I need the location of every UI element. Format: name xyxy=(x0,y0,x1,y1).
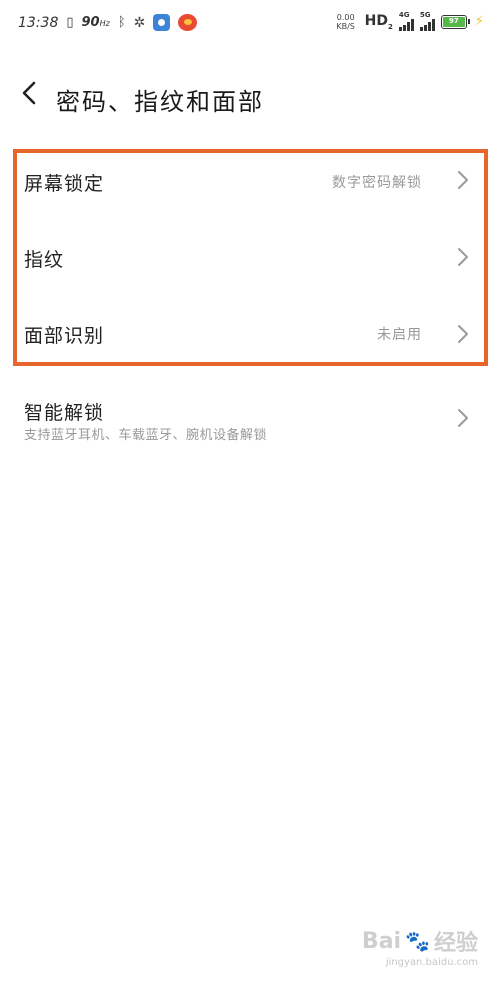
watermark-logo: Bai 🐾 经验 xyxy=(362,925,478,957)
smart-unlock-row[interactable]: 智能解锁 支持蓝牙耳机、车载蓝牙、腕机设备解锁 xyxy=(0,386,500,456)
smart-unlock-description: 支持蓝牙耳机、车载蓝牙、腕机设备解锁 xyxy=(24,428,268,443)
status-time: 13:38 xyxy=(18,14,59,31)
back-button[interactable] xyxy=(18,78,48,118)
refresh-rate-unit: Hz xyxy=(99,19,110,28)
weibo-icon xyxy=(178,14,198,31)
highlight-box xyxy=(13,149,488,366)
sim2-generation: 5G xyxy=(419,11,431,19)
paw-icon: 🐾 xyxy=(405,929,430,953)
hd-sub: 2 xyxy=(387,22,393,31)
refresh-rate-value: 90 xyxy=(81,15,100,30)
watermark-logo-text: Bai xyxy=(361,928,402,954)
baidu-watermark: Bai 🐾 经验 jingyan.baidu.com xyxy=(362,925,478,969)
hd-voice-icon: HD2 xyxy=(365,13,393,31)
bluetooth-icon: ᛒ xyxy=(117,15,126,30)
fan-icon: ✲ xyxy=(133,14,146,31)
hd-label: HD xyxy=(364,12,388,29)
status-bar-right: 0.00 KB/S HD2 4G 5G 97 ⚡ xyxy=(333,12,484,31)
network-speed-value: 0.00 xyxy=(336,12,355,22)
sim1-generation: 4G xyxy=(398,11,410,19)
network-speed: 0.00 KB/S xyxy=(333,13,359,31)
vibrate-icon: ▯ xyxy=(66,15,74,30)
status-bar-left: 13:38 ▯ 90Hz ᛒ ✲ xyxy=(18,14,198,31)
watermark-logo-suffix: 经验 xyxy=(433,931,478,956)
charging-icon: ⚡ xyxy=(474,14,484,29)
battery-level: 97 xyxy=(442,16,465,27)
sim1-signal-icon: 4G xyxy=(398,11,414,31)
network-speed-unit: KB/S xyxy=(336,21,355,31)
page-title: 密码、指纹和面部 xyxy=(56,88,264,116)
app-notification-icon xyxy=(153,14,171,31)
chevron-right-icon xyxy=(458,409,468,427)
chevron-left-icon xyxy=(22,81,36,105)
battery-icon: 97 xyxy=(440,14,470,29)
sim2-signal-icon: 5G xyxy=(419,11,435,31)
watermark-url: jingyan.baidu.com xyxy=(385,957,478,968)
page-header: 密码、指纹和面部 xyxy=(0,70,500,126)
status-bar: 13:38 ▯ 90Hz ᛒ ✲ 0.00 KB/S HD2 4G 5G 97 … xyxy=(0,0,500,52)
refresh-rate: 90Hz xyxy=(82,15,110,30)
smart-unlock-label: 智能解锁 xyxy=(24,402,105,424)
